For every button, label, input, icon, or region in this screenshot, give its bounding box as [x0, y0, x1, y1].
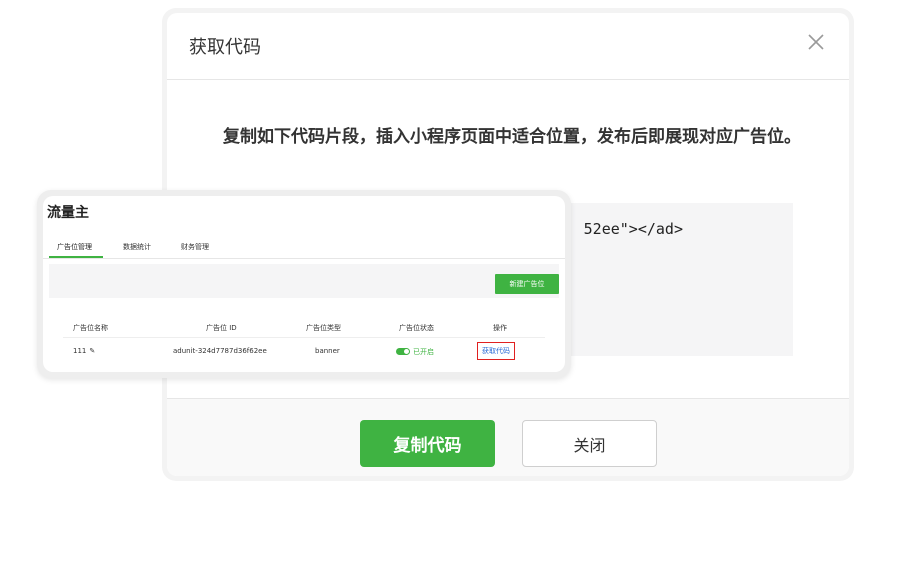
column-header-type: 广告位类型: [306, 324, 341, 332]
code-snippet-text: 52ee"></ad>: [583, 220, 683, 238]
active-tab-indicator: [49, 256, 103, 258]
row-status: 已开启: [396, 347, 434, 357]
close-button[interactable]: 关闭: [522, 420, 657, 467]
get-code-link[interactable]: 获取代码: [477, 342, 515, 360]
status-toggle[interactable]: [396, 348, 410, 355]
new-ad-slot-button[interactable]: 新建广告位: [495, 274, 559, 294]
dialog-description: 复制如下代码片段，插入小程序页面中适合位置，发布后即展现对应广告位。: [223, 127, 801, 147]
tab-ad-management[interactable]: 广告位管理: [57, 242, 92, 252]
pencil-icon[interactable]: ✎: [89, 347, 95, 355]
tab-finance[interactable]: 财务管理: [181, 242, 209, 252]
dialog-title: 获取代码: [189, 37, 261, 58]
close-icon[interactable]: [805, 31, 827, 53]
ad-manager-window: 流量主 广告位管理 数据统计 财务管理 新建广告位 广告位名称 广告位 ID 广…: [37, 190, 571, 378]
row-name-text: 111: [73, 347, 87, 355]
row-id: adunit-324d7787d36f62ee: [173, 347, 267, 355]
window-title: 流量主: [47, 205, 89, 221]
tab-statistics[interactable]: 数据统计: [123, 242, 151, 252]
column-header-action: 操作: [493, 324, 507, 332]
dialog-footer: 复制代码 关闭: [167, 398, 849, 476]
column-header-id: 广告位 ID: [206, 324, 237, 332]
column-header-name: 广告位名称: [73, 324, 108, 332]
toolbar: 新建广告位: [49, 264, 559, 298]
status-text: 已开启: [413, 348, 434, 356]
column-header-status: 广告位状态: [399, 324, 434, 332]
table-header: 广告位名称 广告位 ID 广告位类型 广告位状态 操作: [63, 319, 545, 338]
ad-manager-body: 流量主 广告位管理 数据统计 财务管理 新建广告位 广告位名称 广告位 ID 广…: [43, 196, 565, 372]
row-name: 111 ✎: [73, 347, 95, 355]
dialog-header: 获取代码: [167, 13, 849, 80]
copy-code-button[interactable]: 复制代码: [360, 420, 495, 467]
table-row: 111 ✎ adunit-324d7787d36f62ee banner 已开启 …: [63, 342, 545, 361]
row-type: banner: [315, 347, 340, 355]
tab-bar: 广告位管理 数据统计 财务管理: [43, 236, 565, 259]
